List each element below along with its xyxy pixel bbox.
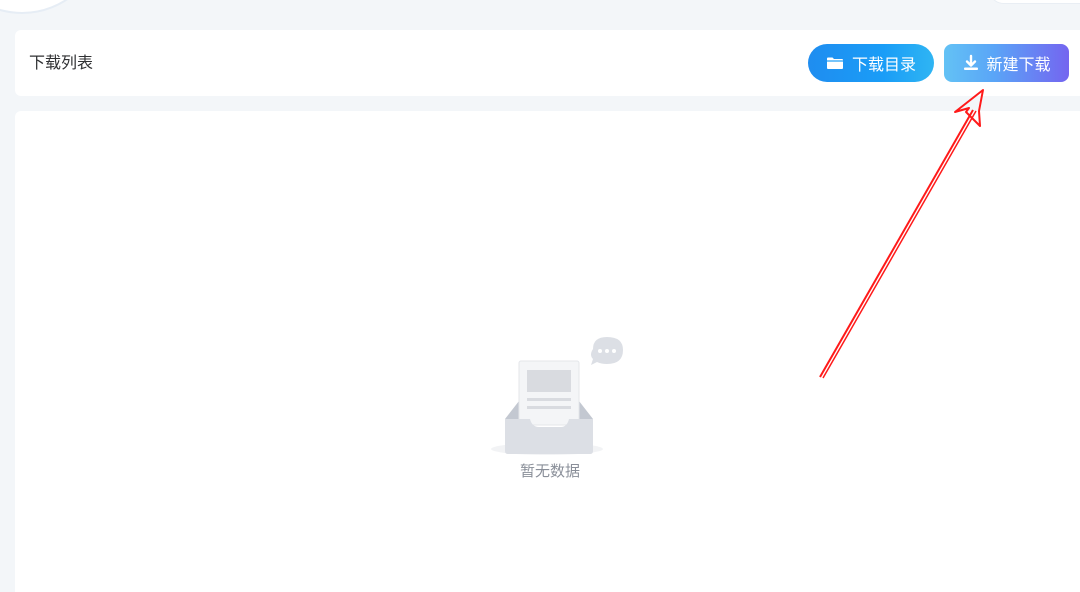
download-directory-label: 下载目录 <box>851 55 916 74</box>
folder-icon <box>826 56 844 70</box>
page-title: 下载列表 <box>29 53 94 72</box>
empty-inbox-icon <box>491 337 623 455</box>
decorative-arc <box>0 0 104 14</box>
new-download-label: 新建下载 <box>986 55 1051 74</box>
empty-state: 暂无数据 <box>485 331 623 481</box>
download-icon <box>962 54 980 72</box>
empty-state-text: 暂无数据 <box>519 462 580 480</box>
new-download-button[interactable]: 新建下载 <box>944 44 1069 82</box>
download-list-panel: 暂无数据 <box>15 111 1080 592</box>
header-card: 下载列表 下载目录 新建下载 <box>15 30 1080 96</box>
download-directory-button[interactable]: 下载目录 <box>808 44 934 82</box>
top-right-fragment <box>988 0 1080 4</box>
download-list-page: 下载列表 下载目录 新建下载 暂无数据 <box>0 0 1080 592</box>
